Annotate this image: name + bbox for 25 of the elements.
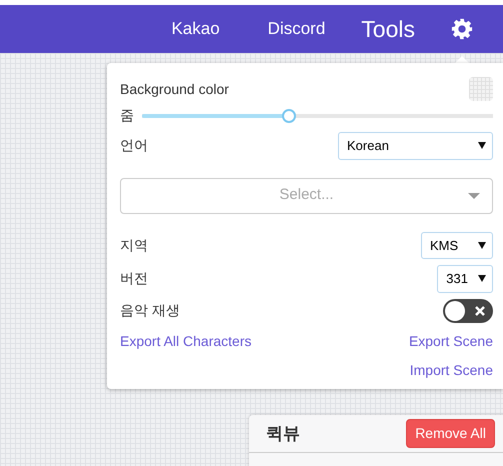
x-icon xyxy=(475,306,485,316)
region-select[interactable]: KMS xyxy=(421,232,493,259)
version-select[interactable]: 331 xyxy=(437,265,493,292)
caret-icon xyxy=(478,242,486,249)
background-color-label: Background color xyxy=(120,80,229,99)
quickview-title: 퀵뷰 xyxy=(266,422,300,445)
link[interactable]: Export Scene xyxy=(408,330,493,352)
settings-icon[interactable] xyxy=(451,18,473,40)
nav-link[interactable]: Tools xyxy=(361,12,415,46)
link[interactable]: Import Scene xyxy=(410,360,493,380)
music-label: 음악 재생 xyxy=(120,301,180,320)
version-label: 버전 xyxy=(120,269,148,288)
caret-icon xyxy=(478,142,486,150)
color-swatch[interactable] xyxy=(469,77,493,101)
zoom-label: 줌 xyxy=(120,106,134,125)
caret-icon xyxy=(478,275,486,282)
link[interactable]: Export All Characters xyxy=(120,330,252,352)
remove-all-button[interactable]: Remove All xyxy=(406,419,495,448)
language-select[interactable]: Korean xyxy=(338,132,493,160)
music-toggle[interactable] xyxy=(443,298,493,322)
slider-thumb[interactable] xyxy=(282,108,296,122)
nav-link[interactable]: Kakao xyxy=(171,16,220,42)
region-label: 지역 xyxy=(120,236,148,255)
nav-link[interactable]: Discord xyxy=(268,16,326,42)
language-label: 언어 xyxy=(120,136,148,156)
